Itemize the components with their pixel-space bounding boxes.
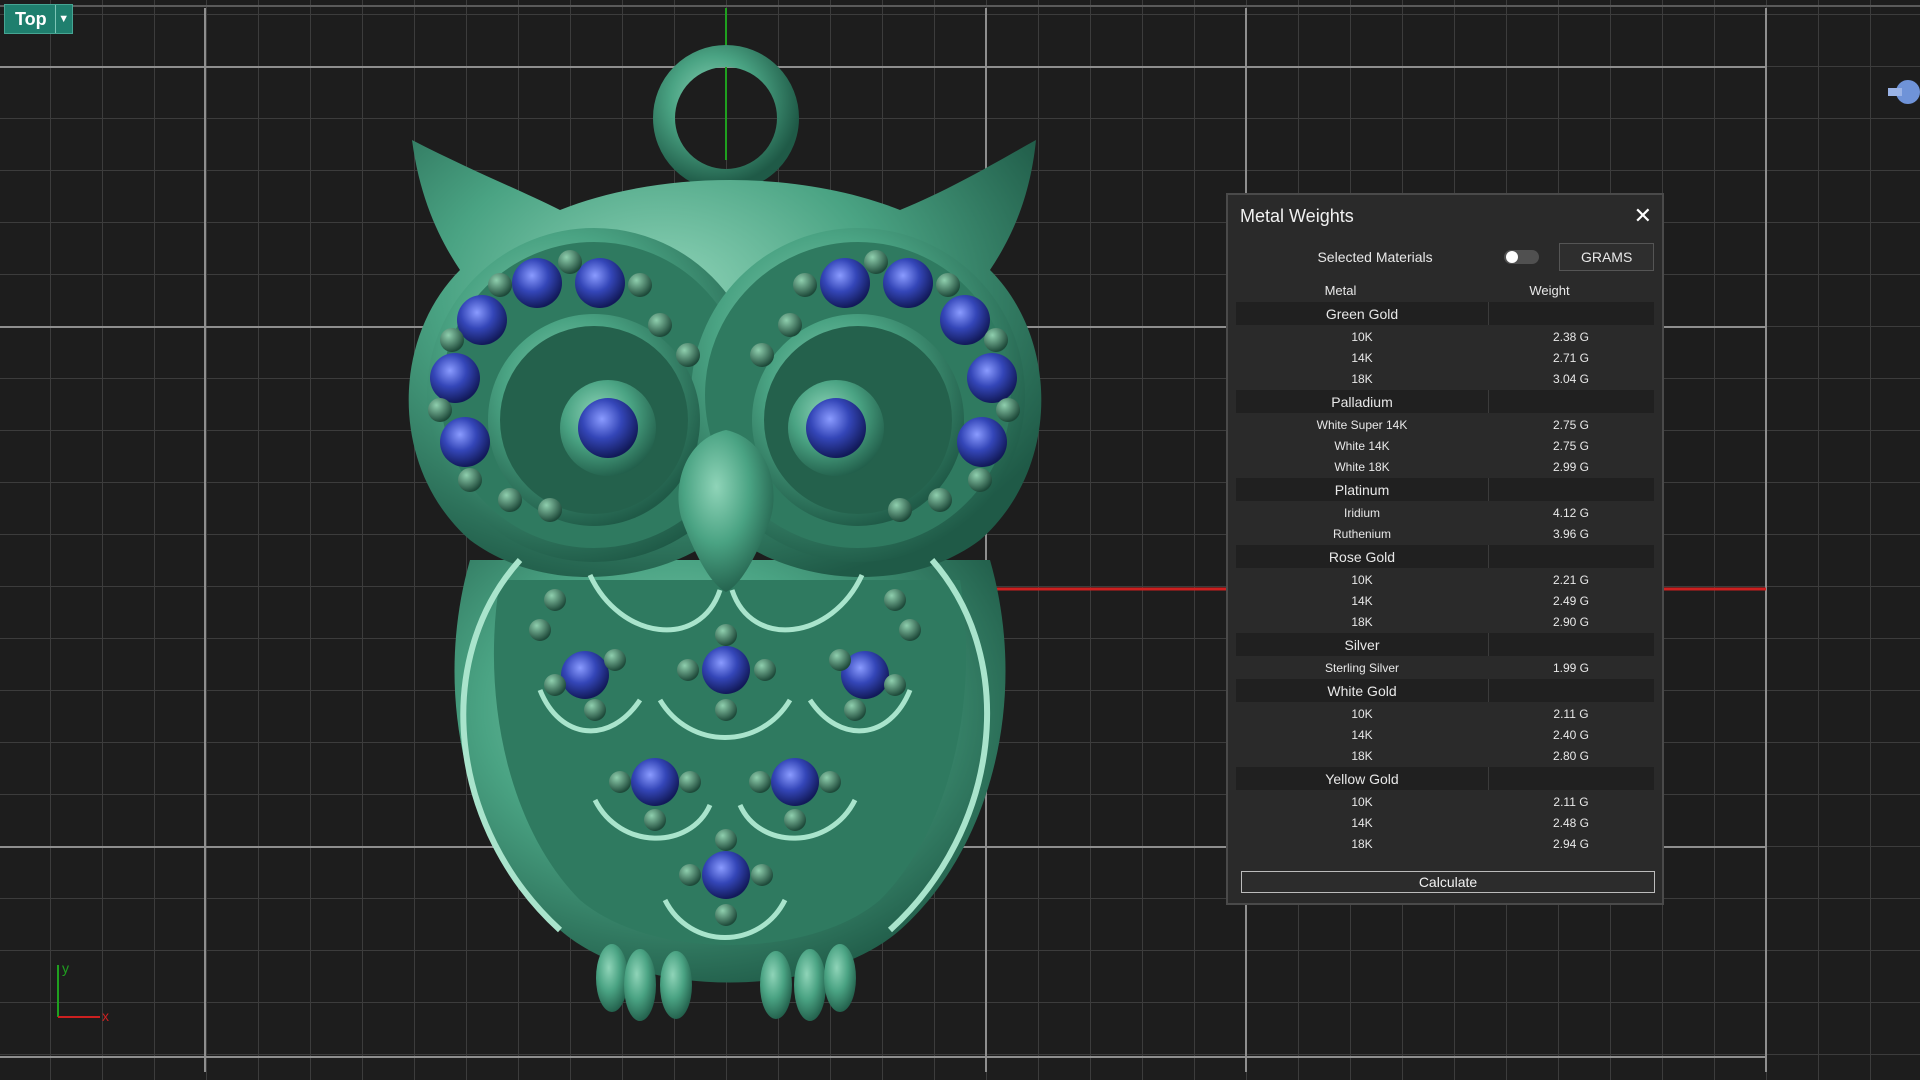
metal-group-header: Yellow Gold <box>1236 767 1654 790</box>
metal-group-header: Platinum <box>1236 478 1654 501</box>
weight-cell: 2.94 G <box>1552 836 1590 851</box>
metal-name-cell: 10K <box>1351 794 1373 809</box>
close-icon[interactable]: ✕ <box>1634 203 1652 229</box>
metal-name-cell: 18K <box>1351 748 1373 763</box>
table-row[interactable]: White 14K 2.75 G <box>1236 435 1654 456</box>
chevron-down-icon[interactable]: ▼ <box>54 5 72 33</box>
weight-cell: 2.21 G <box>1552 572 1590 587</box>
table-row[interactable]: 18K 2.94 G <box>1236 833 1654 854</box>
metal-name-cell: 18K <box>1351 371 1373 386</box>
metal-name-cell: 18K <box>1351 836 1373 851</box>
table-row[interactable]: 10K 2.21 G <box>1236 569 1654 590</box>
selected-materials-toggle[interactable] <box>1504 250 1540 264</box>
table-row[interactable]: 14K 2.71 G <box>1236 347 1654 368</box>
metal-group-header: Rose Gold <box>1236 545 1654 568</box>
table-row[interactable]: 14K 2.48 G <box>1236 812 1654 833</box>
selected-materials-label: Selected Materials <box>1317 249 1433 265</box>
table-row[interactable]: 18K 2.80 G <box>1236 745 1654 766</box>
metal-name-cell: 14K <box>1351 350 1373 365</box>
weight-cell: 2.75 G <box>1552 438 1590 453</box>
metal-group-header: Green Gold <box>1236 302 1654 325</box>
metal-group-name: White Gold <box>1236 679 1489 702</box>
metal-name-cell: White Super 14K <box>1316 417 1408 432</box>
axis-y-label: y <box>62 960 69 976</box>
column-header-metal[interactable]: Metal <box>1236 283 1445 298</box>
table-row[interactable]: 14K 2.40 G <box>1236 724 1654 745</box>
metal-name-cell: 14K <box>1351 815 1373 830</box>
metal-name-cell: Sterling Silver <box>1324 660 1400 675</box>
metal-group-name: Platinum <box>1236 478 1489 501</box>
column-header-weight[interactable]: Weight <box>1445 283 1654 298</box>
metal-name-cell: 14K <box>1351 593 1373 608</box>
weight-cell: 2.80 G <box>1552 748 1590 763</box>
panel-title: Metal Weights <box>1240 205 1354 226</box>
table-row[interactable]: 10K 2.11 G <box>1236 791 1654 812</box>
weight-cell: 2.99 G <box>1552 459 1590 474</box>
table-row[interactable]: Iridium 4.12 G <box>1236 502 1654 523</box>
view-name-tab[interactable]: Top ▼ <box>4 4 73 34</box>
table-row[interactable]: 14K 2.49 G <box>1236 590 1654 611</box>
metal-name-cell: 10K <box>1351 329 1373 344</box>
metal-group-name: Yellow Gold <box>1236 767 1489 790</box>
weight-cell: 2.75 G <box>1552 417 1590 432</box>
weight-cell: 2.38 G <box>1552 329 1590 344</box>
metal-name-cell: 14K <box>1351 727 1373 742</box>
axis-indicator: y x <box>57 960 109 1024</box>
metal-name-cell: 18K <box>1351 614 1373 629</box>
panel-titlebar[interactable]: Metal Weights ✕ <box>1228 195 1662 237</box>
metal-group-header: Palladium <box>1236 390 1654 413</box>
metal-group-name: Silver <box>1236 633 1489 656</box>
weight-cell: 4.12 G <box>1552 505 1590 520</box>
weight-cell: 1.99 G <box>1552 660 1590 675</box>
weight-cell: 3.04 G <box>1552 371 1590 386</box>
table-row[interactable]: 10K 2.38 G <box>1236 326 1654 347</box>
metal-name-cell: White 14K <box>1334 438 1390 453</box>
metal-group-header: White Gold <box>1236 679 1654 702</box>
metal-name-cell: White 18K <box>1334 459 1390 474</box>
metal-group-name: Rose Gold <box>1236 545 1489 568</box>
metal-name-cell: Ruthenium <box>1332 526 1392 541</box>
metal-weights-panel: Metal Weights ✕ Selected Materials GRAMS… <box>1226 193 1664 905</box>
view-name-label[interactable]: Top <box>5 9 55 30</box>
metal-group-name: Palladium <box>1236 390 1489 413</box>
units-button[interactable]: GRAMS <box>1559 243 1654 271</box>
table-row[interactable]: 18K 3.04 G <box>1236 368 1654 389</box>
weight-cell: 2.48 G <box>1552 815 1590 830</box>
metal-group-header: Silver <box>1236 633 1654 656</box>
weight-cell: 2.49 G <box>1552 593 1590 608</box>
weight-cell: 2.71 G <box>1552 350 1590 365</box>
axis-x-label: x <box>102 1008 109 1024</box>
table-row[interactable]: Sterling Silver 1.99 G <box>1236 657 1654 678</box>
table-row[interactable]: Ruthenium 3.96 G <box>1236 523 1654 544</box>
weight-cell: 2.90 G <box>1552 614 1590 629</box>
navigation-widget-icon[interactable] <box>1884 72 1920 112</box>
calculate-button[interactable]: Calculate <box>1241 871 1655 893</box>
table-row[interactable]: White 18K 2.99 G <box>1236 456 1654 477</box>
weight-cell: 3.96 G <box>1552 526 1590 541</box>
metal-name-cell: 10K <box>1351 572 1373 587</box>
table-row[interactable]: 10K 2.11 G <box>1236 703 1654 724</box>
table-row[interactable]: 18K 2.90 G <box>1236 611 1654 632</box>
weight-cell: 2.40 G <box>1552 727 1590 742</box>
metal-group-name: Green Gold <box>1236 302 1489 325</box>
weight-cell: 2.11 G <box>1553 706 1589 721</box>
metal-weights-table: Green Gold 10K 2.38 G 14K 2.71 G 18K 3.04 G Pal… <box>1228 302 1662 854</box>
metal-name-cell: Iridium <box>1343 505 1380 520</box>
weight-cell: 2.11 G <box>1553 794 1589 809</box>
table-row[interactable]: White Super 14K 2.75 G <box>1236 414 1654 435</box>
metal-name-cell: 10K <box>1351 706 1373 721</box>
